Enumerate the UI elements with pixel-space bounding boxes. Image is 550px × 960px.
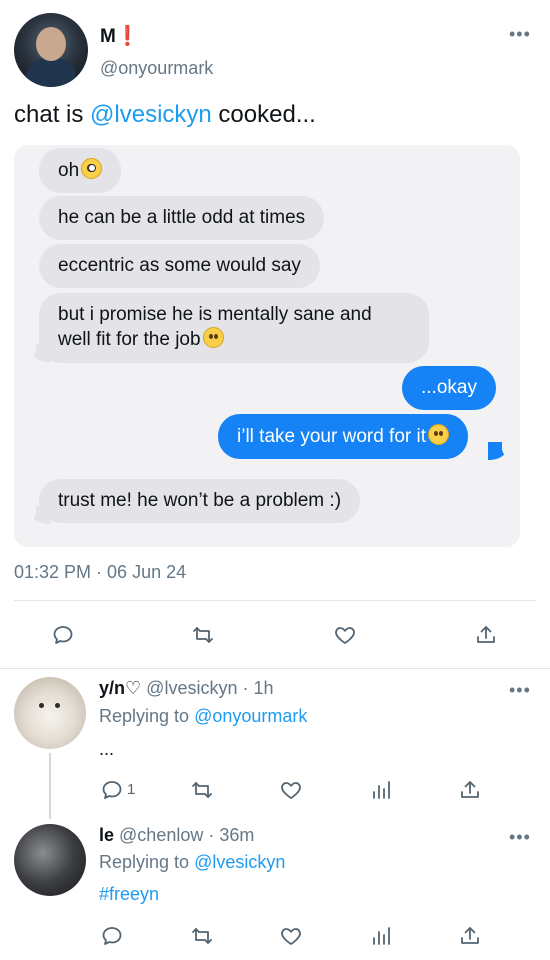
chat-message-text: trust me! he won’t be a problem :) bbox=[58, 490, 342, 511]
chat-message-line: but i promise he is mentally sane and bbox=[58, 304, 372, 325]
author-handle[interactable]: @onyourmark bbox=[100, 58, 213, 79]
chat-bubble-incoming: eccentric as some would say bbox=[39, 244, 320, 288]
bubble-tail bbox=[22, 504, 50, 524]
divider bbox=[0, 668, 550, 669]
like-icon[interactable] bbox=[276, 775, 306, 805]
tweet-text-suffix: cooked... bbox=[211, 101, 316, 128]
retweet-icon[interactable] bbox=[187, 775, 217, 805]
chat-bubble-incoming: but i promise he is mentally sane and wel… bbox=[39, 293, 429, 363]
more-dots-icon[interactable]: ••• bbox=[509, 24, 531, 45]
tweet-timestamp[interactable]: 01:32 PM · 06 Jun 24 bbox=[14, 562, 186, 583]
reply-text: ... bbox=[99, 739, 115, 759]
reply-icon[interactable] bbox=[97, 775, 127, 805]
reply-time[interactable]: 1h bbox=[253, 678, 273, 698]
views-icon[interactable] bbox=[366, 775, 396, 805]
reply-icon[interactable] bbox=[97, 921, 127, 951]
mention-link[interactable]: @lvesickyn bbox=[90, 101, 212, 128]
divider bbox=[14, 600, 536, 601]
reply-time[interactable]: 36m bbox=[219, 825, 254, 845]
like-icon[interactable] bbox=[276, 921, 306, 951]
replying-to-label: Replying to bbox=[99, 706, 195, 726]
replying-to-link[interactable]: @onyourmark bbox=[194, 706, 307, 726]
views-icon[interactable] bbox=[366, 921, 396, 951]
chat-bubble-outgoing: i’ll take your word for it bbox=[218, 414, 469, 459]
retweet-icon[interactable] bbox=[187, 921, 217, 951]
chat-message-text: oh bbox=[58, 160, 80, 181]
author-avatar[interactable] bbox=[14, 13, 88, 87]
tweet-text: chat is @lvesickyn cooked... bbox=[14, 100, 316, 130]
chat-bubble-outgoing: ...okay bbox=[402, 366, 496, 410]
thread-connector-line bbox=[49, 753, 51, 819]
reply-handle[interactable]: @chenlow bbox=[119, 825, 203, 845]
meta-separator: · bbox=[203, 825, 220, 845]
replying-to-line: Replying to @lvesickyn bbox=[99, 850, 285, 874]
like-icon[interactable] bbox=[330, 620, 360, 650]
reply-count: 1 bbox=[127, 781, 136, 798]
bubble-tail bbox=[488, 440, 516, 460]
share-icon[interactable] bbox=[471, 620, 501, 650]
reply-handle[interactable]: @lvesickyn bbox=[146, 678, 237, 698]
chat-bubble-incoming: trust me! he won’t be a problem :) bbox=[39, 479, 361, 523]
reply-author-avatar[interactable] bbox=[14, 677, 86, 749]
more-dots-icon[interactable]: ••• bbox=[509, 680, 531, 701]
replying-to-label: Replying to bbox=[99, 852, 195, 872]
reply-header: le @chenlow · 36m bbox=[99, 825, 254, 846]
hashtag-link[interactable]: #freeyn bbox=[99, 882, 159, 906]
tweet-text-prefix: chat is bbox=[14, 101, 91, 128]
chat-message-text: he can be a little odd at times bbox=[58, 207, 306, 228]
chat-message-line: well fit for the job bbox=[58, 327, 410, 352]
share-icon[interactable] bbox=[455, 921, 485, 951]
chat-bubble-incoming: he can be a little odd at times bbox=[39, 196, 325, 240]
author-display-name[interactable]: M❗ bbox=[100, 24, 139, 48]
replying-to-link[interactable]: @lvesickyn bbox=[194, 852, 285, 872]
chat-message-text: eccentric as some would say bbox=[58, 255, 301, 276]
share-icon[interactable] bbox=[455, 775, 485, 805]
chat-message-text: i’ll take your word for it bbox=[237, 426, 427, 447]
chat-screenshot-image[interactable]: oh he can be a little odd at times eccen… bbox=[14, 145, 520, 547]
grinning-face-emoji bbox=[202, 327, 224, 348]
chat-bubble-incoming: oh bbox=[39, 148, 122, 193]
bubble-tail bbox=[22, 342, 50, 362]
retweet-icon[interactable] bbox=[188, 620, 218, 650]
reply-display-name[interactable]: y/n♡ bbox=[99, 678, 141, 698]
chat-message-text: ...okay bbox=[421, 377, 477, 398]
replying-to-line: Replying to @onyourmark bbox=[99, 704, 307, 728]
more-dots-icon[interactable]: ••• bbox=[509, 827, 531, 848]
reply-header: y/n♡ @lvesickyn · 1h bbox=[99, 678, 274, 699]
meta-separator: · bbox=[237, 678, 254, 698]
reply-icon[interactable] bbox=[48, 620, 78, 650]
reply-display-name[interactable]: le bbox=[99, 825, 114, 845]
reply-author-avatar[interactable] bbox=[14, 824, 86, 896]
slightly-smiling-face-emoji bbox=[428, 424, 450, 445]
nerd-face-emoji bbox=[81, 158, 103, 179]
